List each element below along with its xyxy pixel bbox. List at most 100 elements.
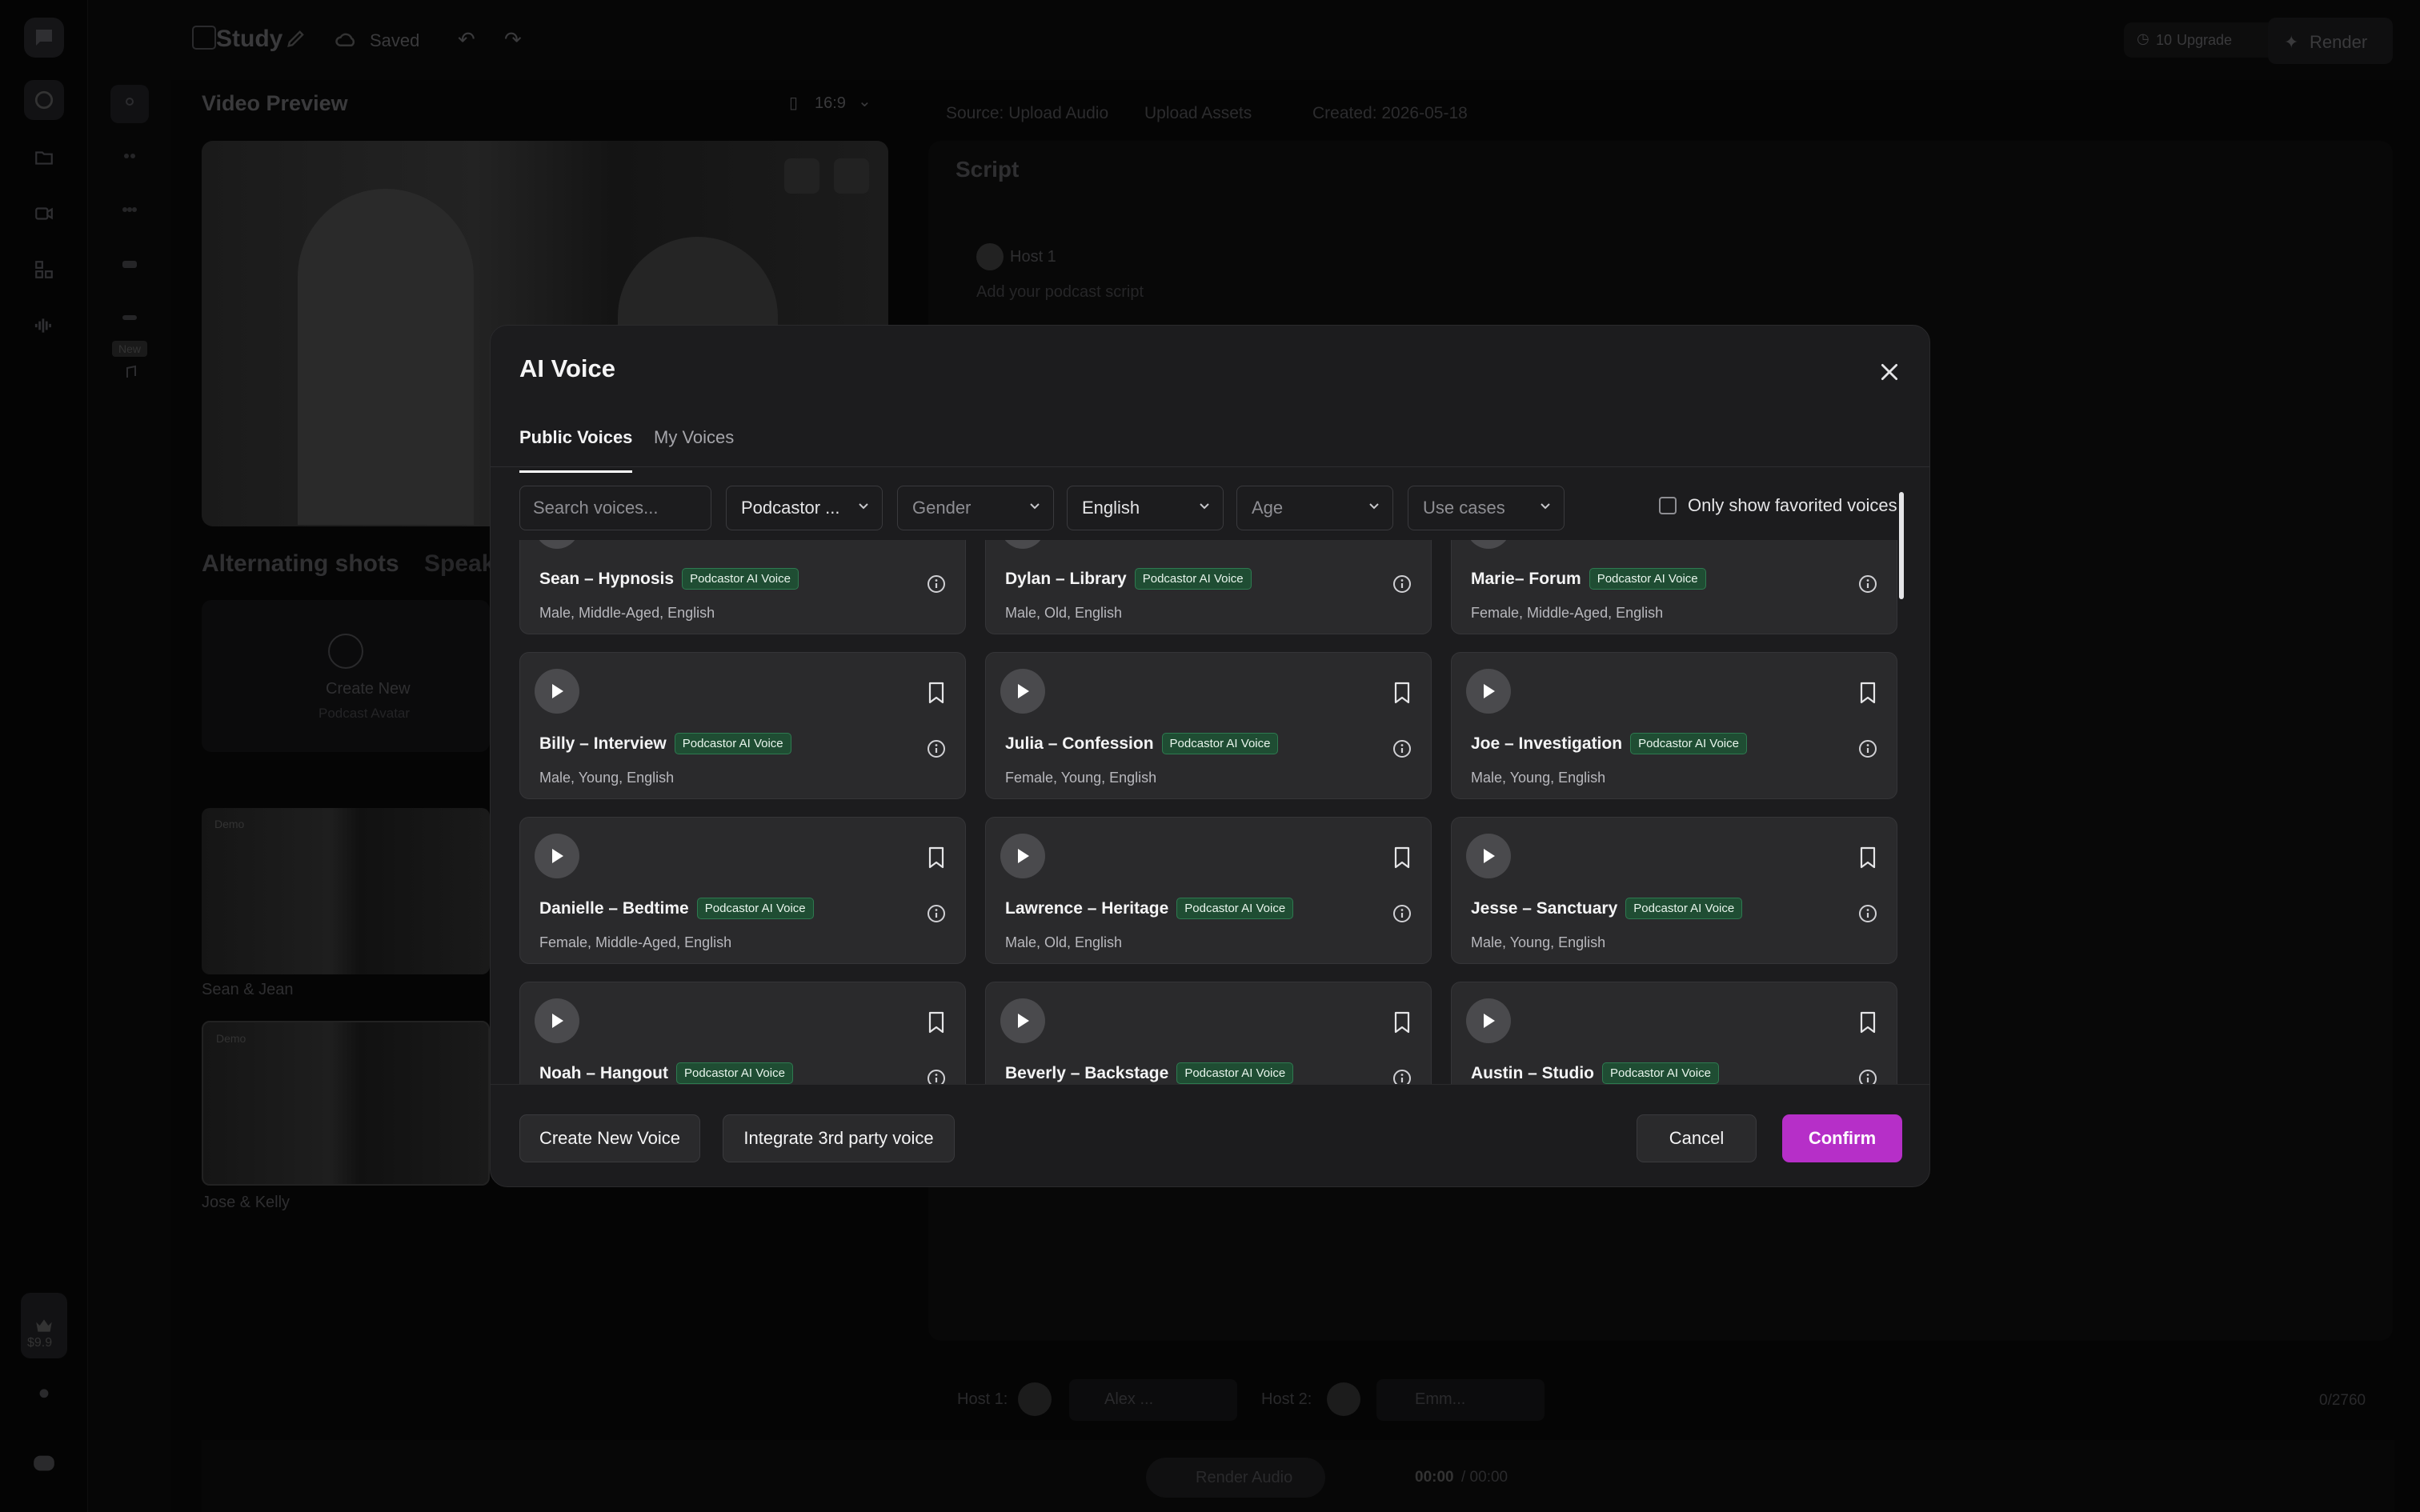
avatar-thumb-1-label: Sean & Jean (202, 981, 294, 998)
info-icon[interactable] (1392, 1069, 1412, 1084)
speaker-tab[interactable]: Speak (424, 550, 495, 578)
favorites-toggle[interactable]: Only show favorited voices (1659, 495, 1897, 516)
info-icon[interactable] (927, 739, 946, 758)
info-icon[interactable] (927, 1069, 946, 1084)
bookmark-icon[interactable] (1392, 1011, 1412, 1034)
bookmark-icon[interactable] (1392, 682, 1412, 704)
duo-mode-icon[interactable] (110, 139, 149, 178)
bookmark-icon[interactable] (927, 1011, 946, 1034)
play-button[interactable] (1000, 540, 1045, 549)
play-button[interactable] (1466, 834, 1511, 878)
undo-icon[interactable]: ↶ (458, 27, 475, 52)
expand-icon[interactable] (834, 158, 869, 194)
tabs-divider (491, 466, 1929, 467)
tab-my-voices[interactable]: My Voices (654, 422, 734, 473)
car-mode-icon[interactable] (110, 298, 149, 336)
voice-card[interactable]: Austin – Studio Podcastor AI Voice (1451, 982, 1897, 1084)
create-new-voice-button[interactable]: Create New Voice (519, 1114, 700, 1162)
discord-icon[interactable] (24, 1443, 64, 1483)
script-input[interactable]: Add your podcast script (976, 283, 1144, 302)
play-button[interactable] (535, 540, 579, 549)
upgrade-link[interactable]: Upgrade (2177, 32, 2232, 49)
play-button[interactable] (1466, 540, 1511, 549)
bookmark-icon[interactable] (1858, 682, 1877, 704)
bookmark-icon[interactable] (927, 682, 946, 704)
video-icon[interactable] (24, 194, 64, 234)
alternating-shots-tab[interactable]: Alternating shots (202, 550, 399, 578)
group-mode-icon[interactable] (110, 192, 149, 230)
waveform-icon[interactable] (24, 306, 64, 346)
language-filter[interactable]: English (1067, 486, 1224, 530)
play-button[interactable] (535, 669, 579, 714)
search-input[interactable] (519, 486, 711, 530)
voice-card[interactable]: Jesse – Sanctuary Podcastor AI Voice Male,… (1451, 817, 1897, 964)
play-button[interactable] (535, 834, 579, 878)
aspect-chevron-icon[interactable]: ⌄ (858, 91, 871, 111)
voice-card[interactable]: Beverly – Backstage Podcastor AI Voice (985, 982, 1432, 1084)
voice-badge: Podcastor AI Voice (1161, 733, 1279, 754)
bookmark-icon[interactable] (1858, 846, 1877, 869)
info-icon[interactable] (1392, 574, 1412, 594)
voice-card[interactable]: Danielle – Bedtime Podcastor AI Voice Fema… (519, 817, 966, 964)
confirm-button[interactable]: Confirm (1782, 1114, 1902, 1162)
category-filter[interactable]: Podcastor ... (726, 486, 883, 530)
play-button[interactable] (1000, 834, 1045, 878)
avatar-mode-icon[interactable] (110, 85, 149, 123)
avatar-thumb-2[interactable]: Demo (202, 1021, 490, 1186)
aspect-ratio[interactable]: 16:9 (815, 94, 846, 113)
play-button[interactable] (1466, 998, 1511, 1043)
info-icon[interactable] (1392, 904, 1412, 923)
folder-icon[interactable] (24, 138, 64, 178)
script-title: Script (956, 157, 1020, 182)
bookmark-icon[interactable] (1858, 1011, 1877, 1034)
play-button[interactable] (535, 998, 579, 1043)
voice-card[interactable]: Marie– Forum Podcastor AI Voice Female, Mi… (1451, 540, 1897, 634)
voice-card[interactable]: Billy – Interview Podcastor AI Voice Male,… (519, 652, 966, 799)
bookmark-icon[interactable] (1392, 846, 1412, 869)
apps-icon[interactable] (24, 250, 64, 290)
cancel-button[interactable]: Cancel (1637, 1114, 1757, 1162)
voice-meta: Male, Young, English (1471, 770, 1606, 786)
bookmark-icon[interactable] (927, 846, 946, 869)
info-icon[interactable] (927, 574, 946, 594)
voice-card[interactable]: Lawrence – Heritage Podcastor AI Voice Mal… (985, 817, 1432, 964)
voice-card[interactable]: Joe – Investigation Podcastor AI Voice Mal… (1451, 652, 1897, 799)
integrate-3rd-party-button[interactable]: Integrate 3rd party voice (723, 1114, 955, 1162)
close-button[interactable] (1870, 353, 1909, 391)
voice-card[interactable]: Julia – Confession Podcastor AI Voice Fema… (985, 652, 1432, 799)
play-button[interactable] (1000, 669, 1045, 714)
voice-name: Danielle – Bedtime (539, 898, 689, 918)
create-avatar-card[interactable]: Create New Podcast Avatar (202, 600, 490, 752)
use-cases-filter[interactable]: Use cases (1408, 486, 1565, 530)
redo-icon[interactable]: ↷ (504, 27, 522, 52)
host-figure-left (298, 189, 474, 525)
info-icon[interactable] (1858, 574, 1877, 594)
vr-mode-icon[interactable] (110, 245, 149, 283)
project-title[interactable]: Study (216, 26, 282, 53)
ai-voice-modal: AI Voice Public Voices My Voices Podcast… (490, 325, 1930, 1187)
tab-public-voices[interactable]: Public Voices (519, 422, 633, 473)
translate-icon[interactable] (784, 158, 819, 194)
gender-filter[interactable]: Gender (897, 486, 1054, 530)
info-icon[interactable] (927, 904, 946, 923)
toggle-sidebar-icon[interactable] (192, 26, 216, 50)
info-icon[interactable] (1858, 1069, 1877, 1084)
age-filter[interactable]: Age (1236, 486, 1393, 530)
upload-assets-label[interactable]: Upload Assets (1144, 104, 1252, 123)
voice-card[interactable]: Sean – Hypnosis Podcastor AI Voice Male, M… (519, 540, 966, 634)
profile-icon[interactable] (24, 1376, 64, 1416)
voice-badge: Podcastor AI Voice (1176, 1062, 1294, 1084)
voice-card[interactable]: Noah – Hangout Podcastor AI Voice (519, 982, 966, 1084)
favorites-checkbox[interactable] (1659, 497, 1677, 514)
play-button[interactable] (1000, 998, 1045, 1043)
info-icon[interactable] (1858, 904, 1877, 923)
info-icon[interactable] (1392, 739, 1412, 758)
music-icon[interactable] (110, 354, 149, 392)
voice-card[interactable]: Dylan – Library Podcastor AI Voice Male, O… (985, 540, 1432, 634)
play-button[interactable] (1466, 669, 1511, 714)
home-icon[interactable] (24, 80, 64, 120)
avatar-thumb-1[interactable]: Demo (202, 808, 490, 974)
close-icon (1881, 363, 1898, 381)
info-icon[interactable] (1858, 739, 1877, 758)
edit-title-icon[interactable] (285, 27, 307, 54)
